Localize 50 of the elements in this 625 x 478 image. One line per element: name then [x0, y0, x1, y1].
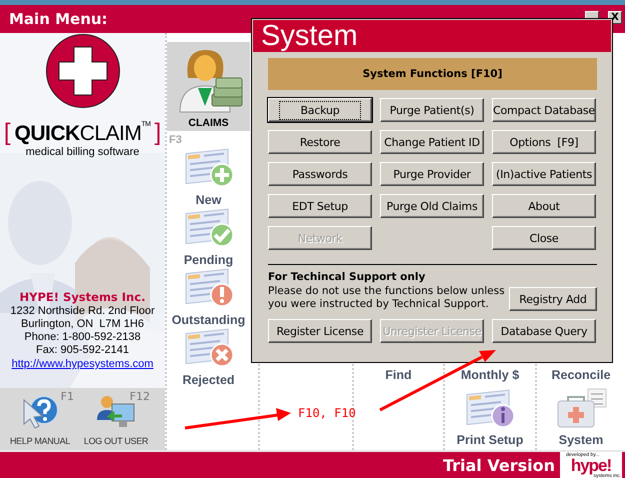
- log-out-tool[interactable]: F12 LOG OUT USER: [82, 388, 150, 450]
- logo-bracket: [: [4, 121, 11, 145]
- trial-version-label: Trial Version: [442, 456, 555, 474]
- dialog-button[interactable]: EDT Setup: [268, 194, 372, 218]
- support-note: Please do not use the functions below unless you were instructed by Technical Support.: [268, 285, 505, 311]
- dialog-button[interactable]: About: [492, 194, 596, 218]
- dialog-button[interactable]: Purge Old Claims: [380, 194, 484, 218]
- address-line: Fax: 905-592-2141: [36, 344, 129, 357]
- tile-label[interactable]: System: [558, 433, 604, 447]
- dialog-button[interactable]: Database Query: [492, 319, 596, 343]
- tool-label: LOG OUT USER: [84, 436, 148, 446]
- tile-label[interactable]: Monthly $: [460, 368, 520, 382]
- window-title: Main Menu:: [9, 10, 108, 28]
- logo-tagline: medical billing software: [26, 146, 140, 158]
- dialog-button[interactable]: Registry Add: [509, 287, 597, 311]
- dialog-button[interactable]: (In)active Patients: [492, 162, 596, 186]
- address-line: 1232 Northside Rd. 2nd Floor: [10, 305, 155, 318]
- dialog-button[interactable]: Close: [492, 226, 596, 250]
- shortcut-key: F12: [130, 390, 150, 403]
- dialog-title: System: [253, 20, 611, 52]
- product-logo: QUICKCLAIM$^{TM}$: [14, 121, 150, 147]
- dialog-button[interactable]: Backup: [268, 98, 372, 122]
- address-line: Burlington, ON L7M 1H6: [21, 318, 144, 331]
- claims-item[interactable]: Outstanding: [167, 266, 250, 326]
- tile-label[interactable]: Print Setup: [456, 433, 524, 447]
- shortcut-key: F3: [169, 134, 182, 146]
- company-name: HYPE! Systems Inc.: [20, 291, 146, 304]
- help-manual-tool[interactable]: F1 HELP MANUAL: [6, 388, 74, 450]
- tile-label[interactable]: Reconcile: [551, 368, 611, 382]
- dialog-button[interactable]: Compact Database: [492, 98, 596, 122]
- dialog-button[interactable]: Restore: [268, 130, 372, 154]
- logo-bracket: ]: [154, 121, 162, 145]
- shortcut-key: F1: [60, 390, 74, 403]
- dialog-button[interactable]: Register License: [268, 319, 372, 343]
- dialog-button[interactable]: Passwords: [268, 162, 372, 186]
- dialog-button[interactable]: Change Patient ID: [380, 130, 484, 154]
- annotation-text: F10, F10: [298, 406, 356, 420]
- address-line: Phone: 1-800-592-2138: [24, 331, 141, 344]
- claims-item[interactable]: Pending: [167, 206, 250, 266]
- dialog-button[interactable]: Options [F9]: [492, 130, 596, 154]
- support-heading: For Techincal Support only: [268, 271, 426, 283]
- claims-item[interactable]: New: [167, 146, 250, 206]
- claims-tile[interactable]: CLAIMS: [167, 42, 250, 131]
- claims-item[interactable]: Rejected: [167, 326, 250, 386]
- dialog-button[interactable]: Purge Provider: [380, 162, 484, 186]
- section-header: System Functions [F10]: [268, 58, 597, 90]
- tool-label: HELP MANUAL: [10, 436, 70, 446]
- tile-label[interactable]: Find: [385, 368, 412, 382]
- website-link[interactable]: http://www.hypesystems.com: [12, 358, 154, 371]
- dialog-button[interactable]: Purge Patient(s): [380, 98, 484, 122]
